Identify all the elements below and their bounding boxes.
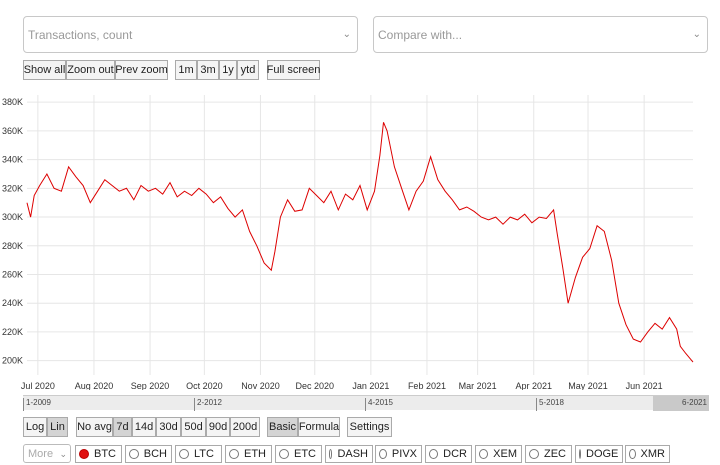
coin-label: BTC <box>94 448 116 460</box>
compare-select[interactable]: Compare with... ⌄ <box>373 16 708 53</box>
btc-transactions-line <box>26 122 694 363</box>
coin-dash-radio[interactable]: DASH <box>325 445 373 463</box>
no-avg-button[interactable]: No avg <box>76 417 113 437</box>
coin-btc-radio[interactable]: BTC <box>75 445 122 463</box>
avg-14d-button[interactable]: 14d <box>132 417 156 437</box>
radio-icon <box>529 449 539 459</box>
coin-bch-radio[interactable]: BCH <box>125 445 172 463</box>
prev-zoom-button[interactable]: Prev zoom <box>115 60 168 80</box>
show-all-button[interactable]: Show all <box>23 60 66 80</box>
transactions-chart[interactable]: 200K 220K 240K 260K 280K 300K 320K 340K 360K 380K… <box>0 90 720 390</box>
radio-icon <box>429 449 439 459</box>
avg-7d-button[interactable]: 7d <box>113 417 132 437</box>
coin-eth-radio[interactable]: ETH <box>225 445 272 463</box>
full-screen-button[interactable]: Full screen <box>267 60 320 80</box>
coin-label: ZEC <box>544 448 566 460</box>
navigator-label: 2-2012 <box>194 398 222 411</box>
y-tick-label: 220K <box>2 327 23 337</box>
coin-label: LTC <box>194 448 214 460</box>
avg-200d-button[interactable]: 200d <box>230 417 260 437</box>
radio-icon <box>379 449 387 459</box>
lin-scale-button[interactable]: Lin <box>47 417 68 437</box>
formula-mode-button[interactable]: Formula <box>298 417 340 437</box>
avg-50d-button[interactable]: 50d <box>181 417 206 437</box>
radio-icon <box>579 449 581 459</box>
coin-zec-radio[interactable]: ZEC <box>525 445 572 463</box>
metric-select-value: Transactions, count <box>28 27 133 42</box>
x-tick-label: Sep 2020 <box>131 381 170 390</box>
radio-icon <box>479 449 489 459</box>
coin-label: ETC <box>294 448 316 460</box>
coin-label: DOGE <box>586 448 619 460</box>
avg-90d-button[interactable]: 90d <box>206 417 230 437</box>
x-tick-label: Feb 2021 <box>408 381 446 390</box>
y-tick-label: 260K <box>2 269 23 279</box>
radio-icon <box>179 449 189 459</box>
x-tick-label: Apr 2021 <box>515 381 552 390</box>
compare-select-value: Compare with... <box>378 27 463 42</box>
x-tick-label: Aug 2020 <box>75 381 114 390</box>
coin-label: DASH <box>337 448 368 460</box>
coin-xem-radio[interactable]: XEM <box>475 445 522 463</box>
coin-dcr-radio[interactable]: DCR <box>425 445 472 463</box>
x-axis-ticks: Jul 2020 Aug 2020 Sep 2020 Oct 2020 Nov 2020… <box>21 381 663 390</box>
coin-label: XMR <box>640 448 665 460</box>
y-tick-label: 280K <box>2 241 23 251</box>
x-tick-label: Oct 2020 <box>186 381 223 390</box>
radio-icon <box>129 449 139 459</box>
coin-label: BCH <box>143 448 167 460</box>
x-tick-label: Nov 2020 <box>241 381 280 390</box>
coin-label: XEM <box>493 448 517 460</box>
range-ytd-button[interactable]: ytd <box>237 60 259 80</box>
zoom-out-button[interactable]: Zoom out <box>66 60 115 80</box>
x-tick-label: Jul 2020 <box>21 381 55 390</box>
radio-selected-icon <box>79 449 89 459</box>
radio-icon <box>229 449 239 459</box>
chevron-down-icon: ⌄ <box>342 29 351 40</box>
radio-icon <box>279 449 289 459</box>
coin-doge-radio[interactable]: DOGE <box>575 445 623 463</box>
more-coins-select[interactable]: More ⌄ <box>23 444 71 463</box>
y-axis-ticks: 200K 220K 240K 260K 280K 300K 320K 340K 360K 380K <box>2 97 23 365</box>
coin-ltc-radio[interactable]: LTC <box>175 445 222 463</box>
vertical-gridlines <box>37 95 645 375</box>
x-tick-label: Dec 2020 <box>295 381 334 390</box>
y-tick-label: 320K <box>2 183 23 193</box>
coin-xmr-radio[interactable]: XMR <box>625 445 670 463</box>
x-tick-label: May 2021 <box>568 381 608 390</box>
coin-label: DCR <box>443 448 467 460</box>
navigator-label: 6-2021 <box>682 398 707 407</box>
more-select-value: More <box>28 447 54 460</box>
basic-mode-button[interactable]: Basic <box>267 417 298 437</box>
coin-pivx-radio[interactable]: PIVX <box>375 445 422 463</box>
coin-label: ETH <box>244 448 266 460</box>
y-tick-label: 240K <box>2 298 23 308</box>
radio-icon <box>629 449 636 459</box>
y-tick-label: 340K <box>2 155 23 165</box>
y-tick-label: 360K <box>2 126 23 136</box>
chevron-down-icon: ⌄ <box>692 29 701 40</box>
coin-etc-radio[interactable]: ETC <box>275 445 322 463</box>
avg-30d-button[interactable]: 30d <box>156 417 181 437</box>
y-tick-label: 200K <box>2 356 23 366</box>
radio-icon <box>329 449 333 459</box>
range-1m-button[interactable]: 1m <box>175 60 197 80</box>
x-tick-label: Jun 2021 <box>626 381 663 390</box>
x-tick-label: Mar 2021 <box>459 381 497 390</box>
range-3m-button[interactable]: 3m <box>197 60 219 80</box>
coin-label: PIVX <box>391 448 417 460</box>
settings-button[interactable]: Settings <box>347 417 392 437</box>
y-tick-label: 300K <box>2 212 23 222</box>
y-tick-label: 380K <box>2 97 23 107</box>
navigator-label: 4-2015 <box>365 398 393 411</box>
navigator-label: 1-2009 <box>23 398 51 411</box>
range-navigator[interactable]: 1-2009 2-2012 4-2015 5-2018 6-2021 <box>23 395 709 411</box>
navigator-label: 5-2018 <box>536 398 564 411</box>
metric-select[interactable]: Transactions, count ⌄ <box>23 16 358 53</box>
log-scale-button[interactable]: Log <box>23 417 47 437</box>
horizontal-gridlines <box>27 101 693 362</box>
x-tick-label: Jan 2021 <box>352 381 389 390</box>
chevron-down-icon: ⌄ <box>59 449 67 459</box>
range-1y-button[interactable]: 1y <box>219 60 237 80</box>
